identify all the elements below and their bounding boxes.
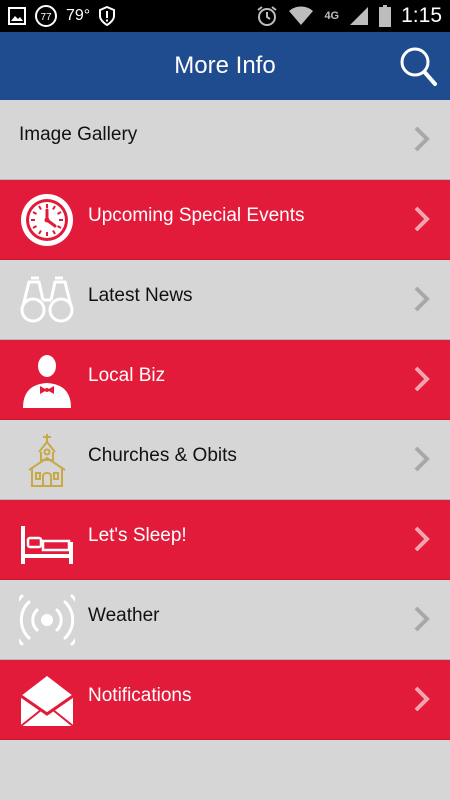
- chevron-right-icon: [414, 526, 430, 552]
- church-icon: [28, 434, 66, 487]
- menu-item-local-biz[interactable]: Local Biz: [0, 340, 450, 420]
- status-bar: 77 79° 4G 1:15: [0, 0, 450, 32]
- search-icon[interactable]: [398, 44, 438, 88]
- bed-icon: [21, 526, 73, 564]
- menu-item-label: Image Gallery: [19, 124, 138, 145]
- menu-item-latest-news[interactable]: Latest News: [0, 260, 450, 340]
- menu-item-image-gallery[interactable]: Image Gallery: [0, 100, 450, 180]
- menu-item-label: Notifications: [88, 685, 192, 706]
- clock-time: 1:15: [401, 4, 442, 27]
- menu-item-label: Upcoming Special Events: [88, 205, 305, 226]
- page-title: More Info: [174, 52, 276, 79]
- shield-alert-icon: [99, 6, 116, 26]
- menu-list: Image Gallery Upcoming Special Events La…: [0, 100, 450, 740]
- chevron-right-icon: [414, 126, 430, 152]
- chevron-right-icon: [414, 366, 430, 392]
- menu-item-notifications[interactable]: Notifications: [0, 660, 450, 740]
- menu-item-churches-obits[interactable]: Churches & Obits: [0, 420, 450, 500]
- menu-item-weather[interactable]: Weather: [0, 580, 450, 660]
- menu-item-label: Weather: [88, 605, 160, 626]
- alarm-icon: [257, 6, 278, 26]
- broadcast-icon: [19, 594, 75, 646]
- chevron-right-icon: [414, 206, 430, 232]
- weather-badge-icon: 77: [35, 5, 57, 27]
- menu-item-lets-sleep[interactable]: Let's Sleep!: [0, 500, 450, 580]
- menu-item-label: Let's Sleep!: [88, 525, 187, 546]
- businessman-icon: [23, 355, 71, 408]
- menu-item-label: Local Biz: [88, 365, 166, 386]
- chevron-right-icon: [414, 446, 430, 472]
- svg-text:77: 77: [40, 12, 52, 23]
- signal-icon: [350, 7, 369, 25]
- menu-item-upcoming-special-events[interactable]: Upcoming Special Events: [0, 180, 450, 260]
- chevron-right-icon: [414, 606, 430, 632]
- network-type-label: 4G: [324, 10, 340, 22]
- chevron-right-icon: [414, 686, 430, 712]
- header-bar: More Info: [0, 32, 450, 100]
- wifi-icon: [289, 6, 314, 25]
- temperature-label: 79°: [66, 7, 91, 24]
- binoculars-icon: [20, 276, 74, 323]
- menu-item-label: Latest News: [88, 285, 193, 306]
- chevron-right-icon: [414, 286, 430, 312]
- envelope-icon: [20, 676, 74, 727]
- menu-item-label: Churches & Obits: [88, 445, 237, 466]
- image-icon: [8, 7, 26, 25]
- battery-icon: [379, 5, 392, 27]
- clock-icon: [21, 194, 73, 246]
